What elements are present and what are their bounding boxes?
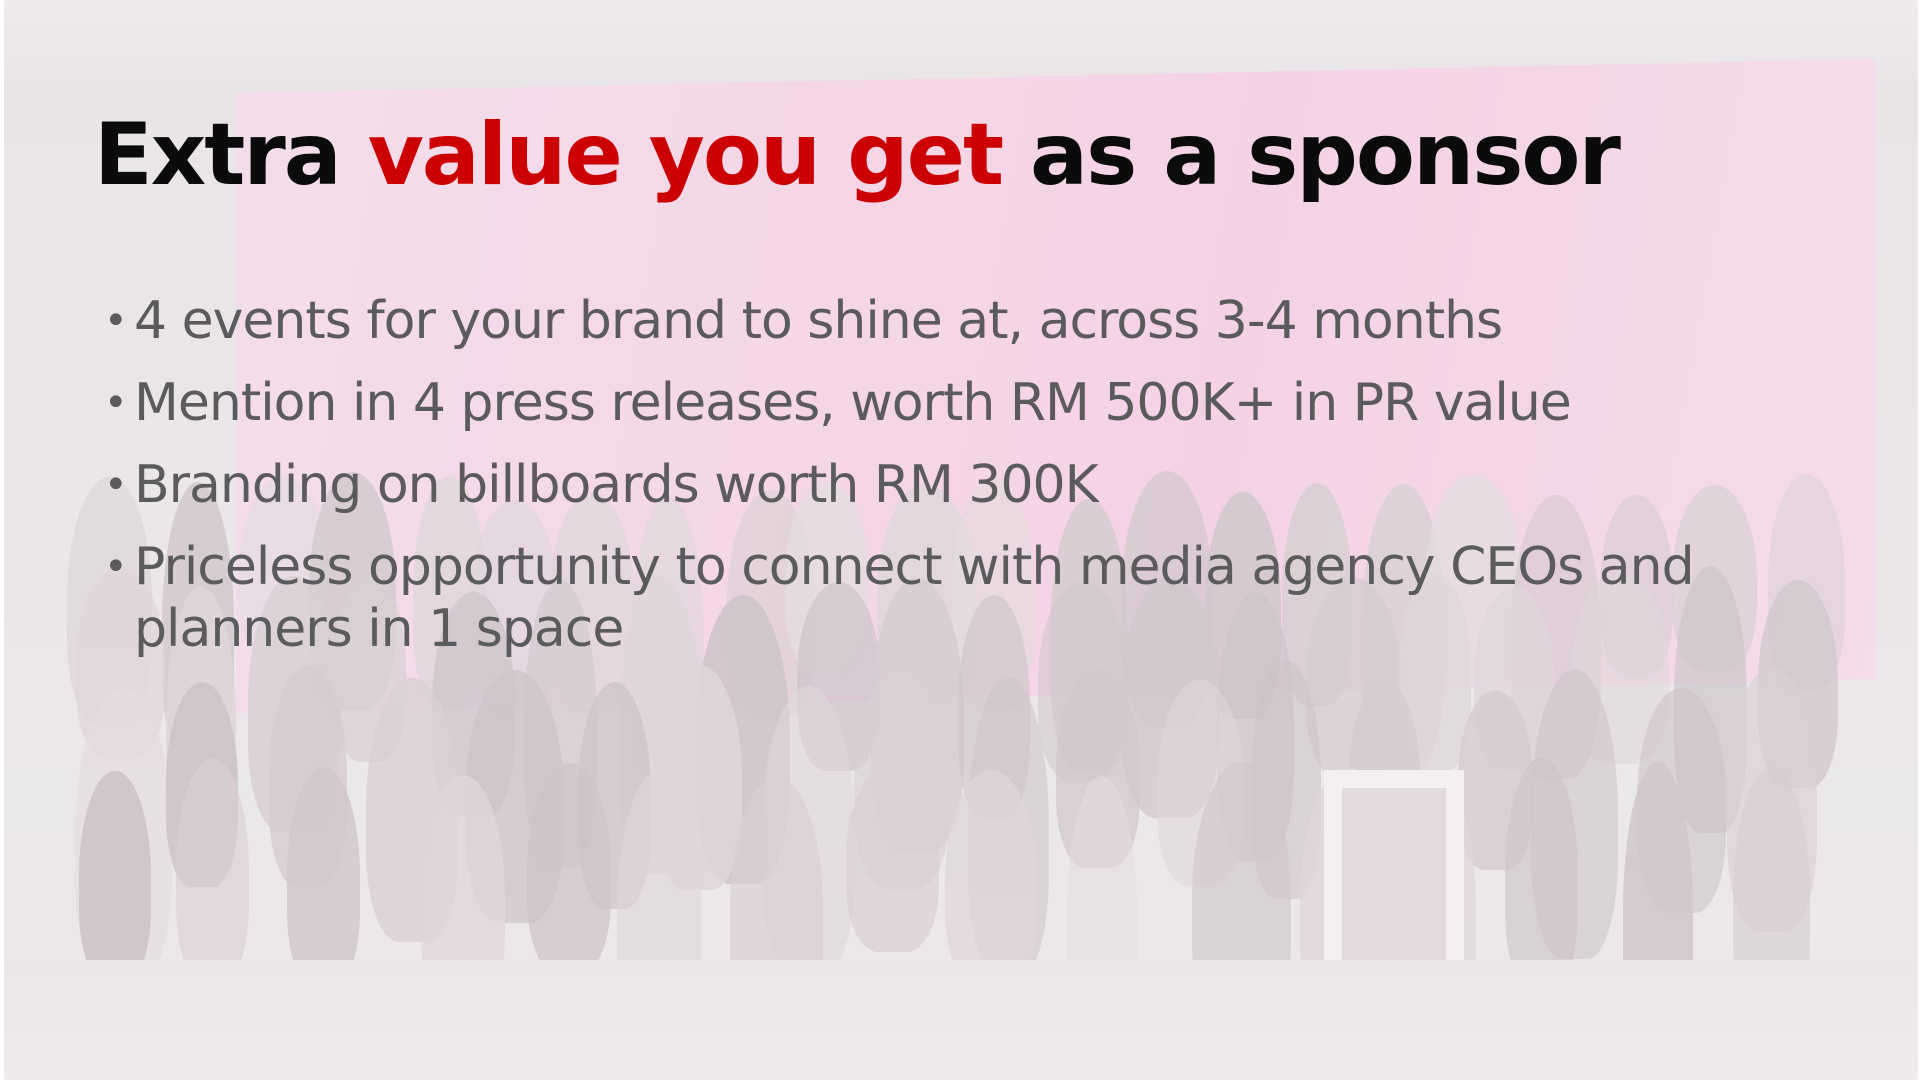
bullet-icon: •	[104, 462, 128, 508]
list-item: • Priceless opportunity to connect with …	[104, 536, 1824, 660]
title-accent-text: value you get	[367, 105, 1004, 205]
list-item: • 4 events for your brand to shine at, a…	[104, 290, 1824, 352]
bullet-icon: •	[104, 380, 128, 426]
list-item-text: Branding on billboards worth RM 300K	[134, 455, 1099, 515]
list-item-text: Priceless opportunity to connect with me…	[134, 537, 1695, 659]
list-item-text: 4 events for your brand to shine at, acr…	[134, 291, 1503, 351]
slide-title: Extra value you get as a sponsor	[94, 100, 1621, 210]
benefits-list: • 4 events for your brand to shine at, a…	[104, 290, 1824, 680]
bullet-icon: •	[104, 298, 128, 344]
title-text-start: Extra	[94, 105, 368, 205]
list-item-text: Mention in 4 press releases, worth RM 50…	[134, 373, 1572, 433]
slide: Extra value you get as a sponsor • 4 eve…	[4, 0, 1918, 1080]
title-text-end: as a sponsor	[1002, 105, 1621, 205]
list-item: • Branding on billboards worth RM 300K	[104, 454, 1824, 516]
bullet-icon: •	[104, 544, 128, 590]
list-item: • Mention in 4 press releases, worth RM …	[104, 372, 1824, 434]
